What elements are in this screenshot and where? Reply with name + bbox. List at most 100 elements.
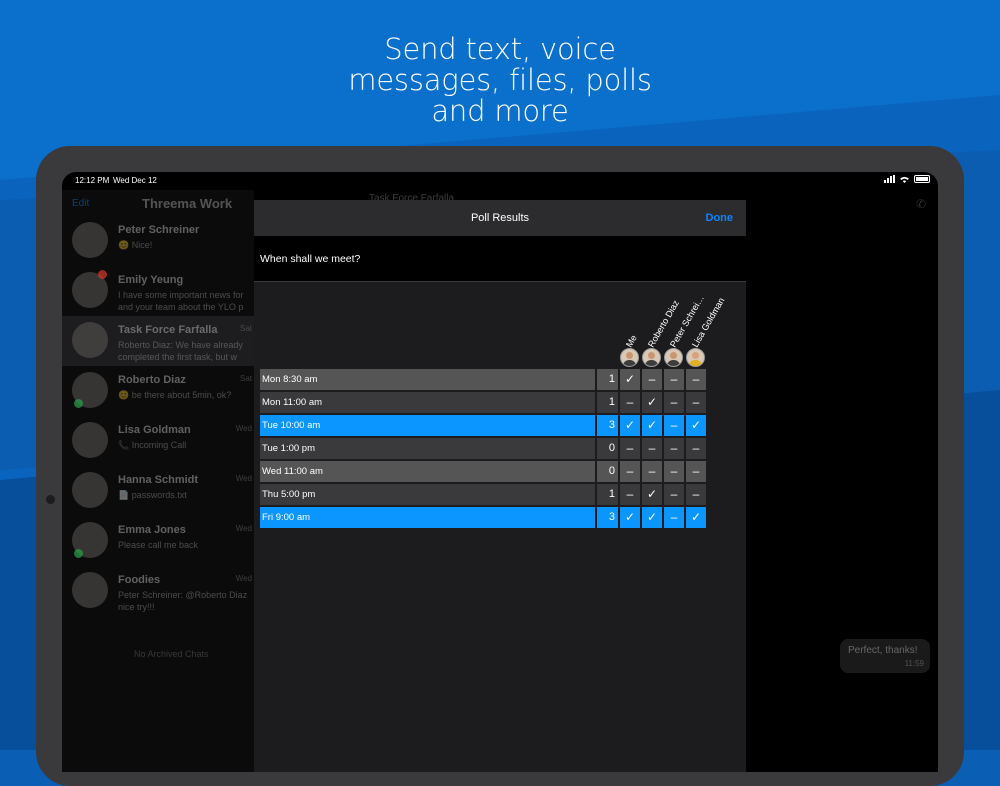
poll-question-bar: When shall we meet? bbox=[254, 236, 746, 281]
vote-count: 3 bbox=[597, 507, 618, 528]
poll-option: Wed 11:00 am bbox=[260, 461, 595, 482]
vote-count-value: 1 bbox=[608, 373, 615, 385]
dash-icon: – bbox=[620, 461, 640, 482]
vote-count-value: 3 bbox=[608, 511, 615, 523]
tablet-screen: 12:12 PM Wed Dec 12 Edit Threema Work Pe… bbox=[62, 172, 938, 772]
work-badge-icon bbox=[74, 549, 83, 558]
dash-icon: – bbox=[664, 369, 684, 390]
voter-avatar bbox=[620, 348, 639, 367]
dash-icon: – bbox=[664, 392, 684, 413]
chat-preview: 📞 Incoming Call bbox=[118, 440, 187, 450]
poll-option: Thu 5:00 pm bbox=[260, 484, 595, 505]
status-icons bbox=[884, 175, 930, 183]
chat-name: Roberto Diaz bbox=[118, 374, 186, 386]
chat-date: Wed bbox=[235, 424, 252, 433]
archived-chats-label[interactable]: No Archived Chats bbox=[134, 649, 209, 659]
dash-icon: – bbox=[664, 415, 684, 436]
avatar bbox=[72, 472, 108, 508]
chat-name: Peter Schreiner bbox=[118, 224, 200, 236]
poll-row: Thu 5:00 pm 1– ✓ – – bbox=[260, 484, 706, 505]
vote-count-value: 1 bbox=[608, 396, 615, 408]
dash-icon: – bbox=[620, 484, 640, 505]
poll-option: Mon 8:30 am bbox=[260, 369, 595, 390]
checkmark-icon: ✓ bbox=[642, 392, 662, 413]
poll-question: When shall we meet? bbox=[260, 253, 361, 265]
poll-row: Mon 8:30 am 1 ✓ – – – bbox=[260, 369, 706, 390]
chat-preview: I have some important news for and your … bbox=[118, 290, 244, 312]
chat-preview: Please call me back bbox=[118, 540, 199, 550]
checkmark-icon: ✓ bbox=[642, 507, 662, 528]
poll-row: Tue 10:00 am 3 ✓ ✓ – ✓ bbox=[260, 415, 706, 436]
checkmark-icon: ✓ bbox=[686, 415, 706, 436]
dash-icon: – bbox=[664, 438, 684, 459]
dash-icon: – bbox=[642, 369, 662, 390]
voter-avatar bbox=[664, 348, 683, 367]
vote-count: 0 bbox=[597, 461, 618, 482]
unread-badge bbox=[98, 270, 107, 279]
message-text: Perfect, thanks! bbox=[848, 645, 918, 656]
headline-line-2: messages, files, polls bbox=[348, 63, 652, 97]
dash-icon: – bbox=[664, 507, 684, 528]
poll-row: Fri 9:00 am 3 ✓ ✓ – ✓ bbox=[260, 507, 706, 528]
dash-icon: – bbox=[664, 461, 684, 482]
chat-date: Wed bbox=[235, 524, 252, 533]
dash-icon: – bbox=[686, 484, 706, 505]
message-time: 11:59 bbox=[904, 659, 924, 668]
app-logo: Threema Work bbox=[142, 196, 233, 211]
edit-button[interactable]: Edit bbox=[72, 198, 89, 209]
chat-item[interactable]: Lisa Goldman 📞 Incoming Call Wed bbox=[62, 416, 254, 466]
chat-preview: 📄 passwords.txt bbox=[118, 490, 187, 500]
vote-count-value: 0 bbox=[608, 442, 615, 454]
chat-list-sidebar: Edit Threema Work Peter Schreiner 😊 Nice… bbox=[62, 190, 254, 772]
checkmark-icon: ✓ bbox=[642, 415, 662, 436]
poll-row: Tue 1:00 pm 0– – – – bbox=[260, 438, 706, 459]
wifi-icon bbox=[900, 176, 909, 183]
voter-avatar bbox=[642, 348, 661, 367]
poll-results-modal: Poll Results Done When shall we meet? Me… bbox=[254, 200, 746, 772]
checkmark-icon: ✓ bbox=[686, 507, 706, 528]
chat-item[interactable]: Emma Jones Please call me back Wed bbox=[62, 516, 254, 566]
vote-count: 1 bbox=[597, 484, 618, 505]
chat-item[interactable]: Foodies Peter Schreiner: @Roberto Diaz n… bbox=[62, 566, 254, 616]
poll-option: Mon 11:00 am bbox=[260, 392, 595, 413]
chat-name: Hanna Schmidt bbox=[118, 474, 199, 486]
poll-option-label: Tue 1:00 pm bbox=[262, 443, 315, 454]
chat-date: Wed bbox=[235, 474, 252, 483]
phone-icon[interactable]: ✆ bbox=[916, 197, 926, 211]
chat-item[interactable]: Emily Yeung I have some important news f… bbox=[62, 266, 254, 316]
status-date: Wed Dec 12 bbox=[113, 176, 157, 185]
chat-item-selected[interactable]: Task Force Farfalla Roberto Diaz: We hav… bbox=[62, 316, 254, 366]
chat-date: Sat bbox=[239, 374, 252, 383]
checkmark-icon: ✓ bbox=[620, 507, 640, 528]
chat-item[interactable]: Hanna Schmidt 📄 passwords.txt Wed bbox=[62, 466, 254, 516]
headline: Send text, voice messages, files, polls … bbox=[0, 34, 1000, 127]
chat-name: Lisa Goldman bbox=[118, 424, 191, 436]
done-button[interactable]: Done bbox=[706, 212, 734, 224]
chat-preview: 😊 be there about 5min, ok? bbox=[118, 390, 232, 400]
modal-title: Poll Results bbox=[470, 212, 530, 224]
poll-row: Mon 11:00 am 1– ✓ – – bbox=[260, 392, 706, 413]
chat-name: Task Force Farfalla bbox=[118, 324, 218, 336]
avatar bbox=[72, 222, 108, 258]
chat-item[interactable]: Roberto Diaz 😊 be there about 5min, ok? … bbox=[62, 366, 254, 416]
dash-icon: – bbox=[620, 438, 640, 459]
headline-line-3: and more bbox=[431, 94, 569, 128]
vote-count: 1 bbox=[597, 369, 618, 390]
voter-avatar bbox=[686, 348, 705, 367]
vote-count-value: 3 bbox=[608, 419, 615, 431]
group-avatar bbox=[72, 572, 108, 608]
dash-icon: – bbox=[686, 369, 706, 390]
chat-item[interactable]: Peter Schreiner 😊 Nice! bbox=[62, 216, 254, 266]
modal-header: Poll Results Done bbox=[254, 200, 746, 236]
poll-option-label: Tue 10:00 am bbox=[262, 420, 321, 431]
vote-count: 0 bbox=[597, 438, 618, 459]
vote-count-value: 1 bbox=[608, 488, 615, 500]
poll-option: Fri 9:00 am bbox=[260, 507, 595, 528]
checkmark-icon: ✓ bbox=[620, 415, 640, 436]
poll-option-label: Mon 11:00 am bbox=[262, 397, 323, 408]
work-badge-icon bbox=[74, 399, 83, 408]
poll-option: Tue 10:00 am bbox=[260, 415, 595, 436]
vote-count: 1 bbox=[597, 392, 618, 413]
chat-name: Foodies bbox=[118, 574, 161, 586]
camera-dot bbox=[46, 495, 55, 504]
